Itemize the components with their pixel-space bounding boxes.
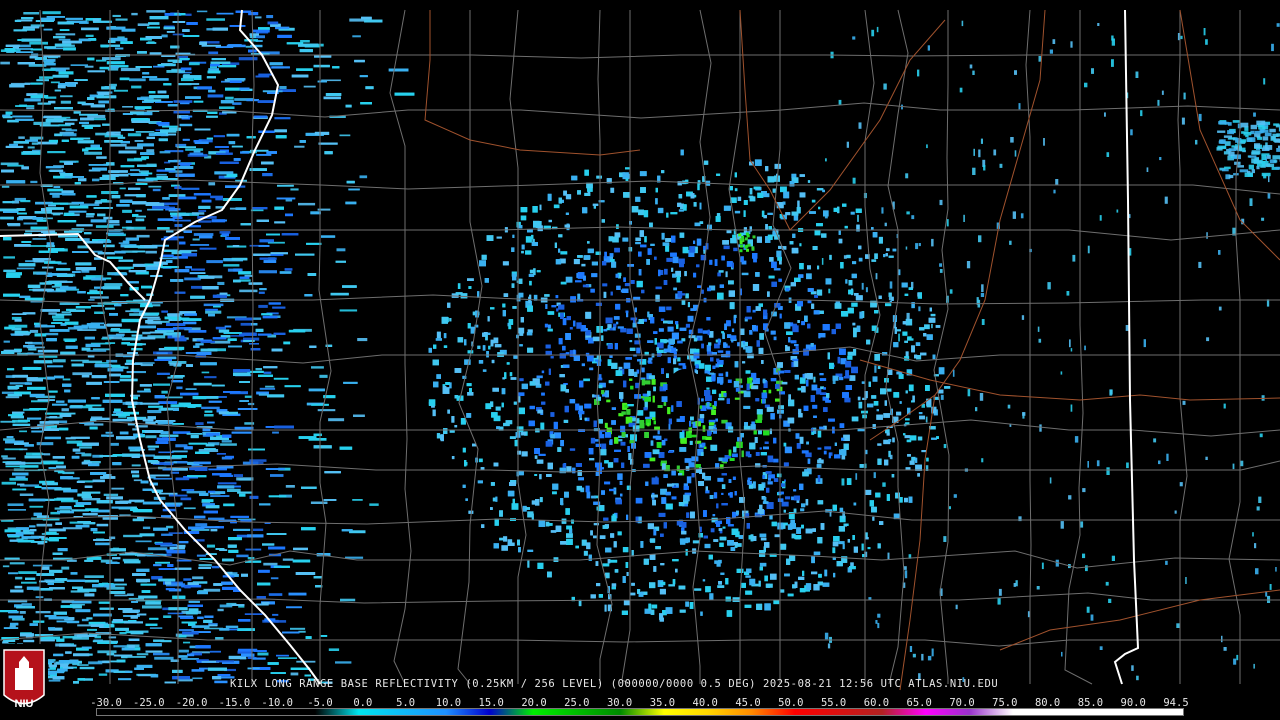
product-caption: KILX LONG RANGE BASE REFLECTIVITY (0.25K… [230, 678, 999, 690]
radar-map: NIU [0, 0, 1280, 720]
colorscale-bar [96, 708, 1184, 716]
